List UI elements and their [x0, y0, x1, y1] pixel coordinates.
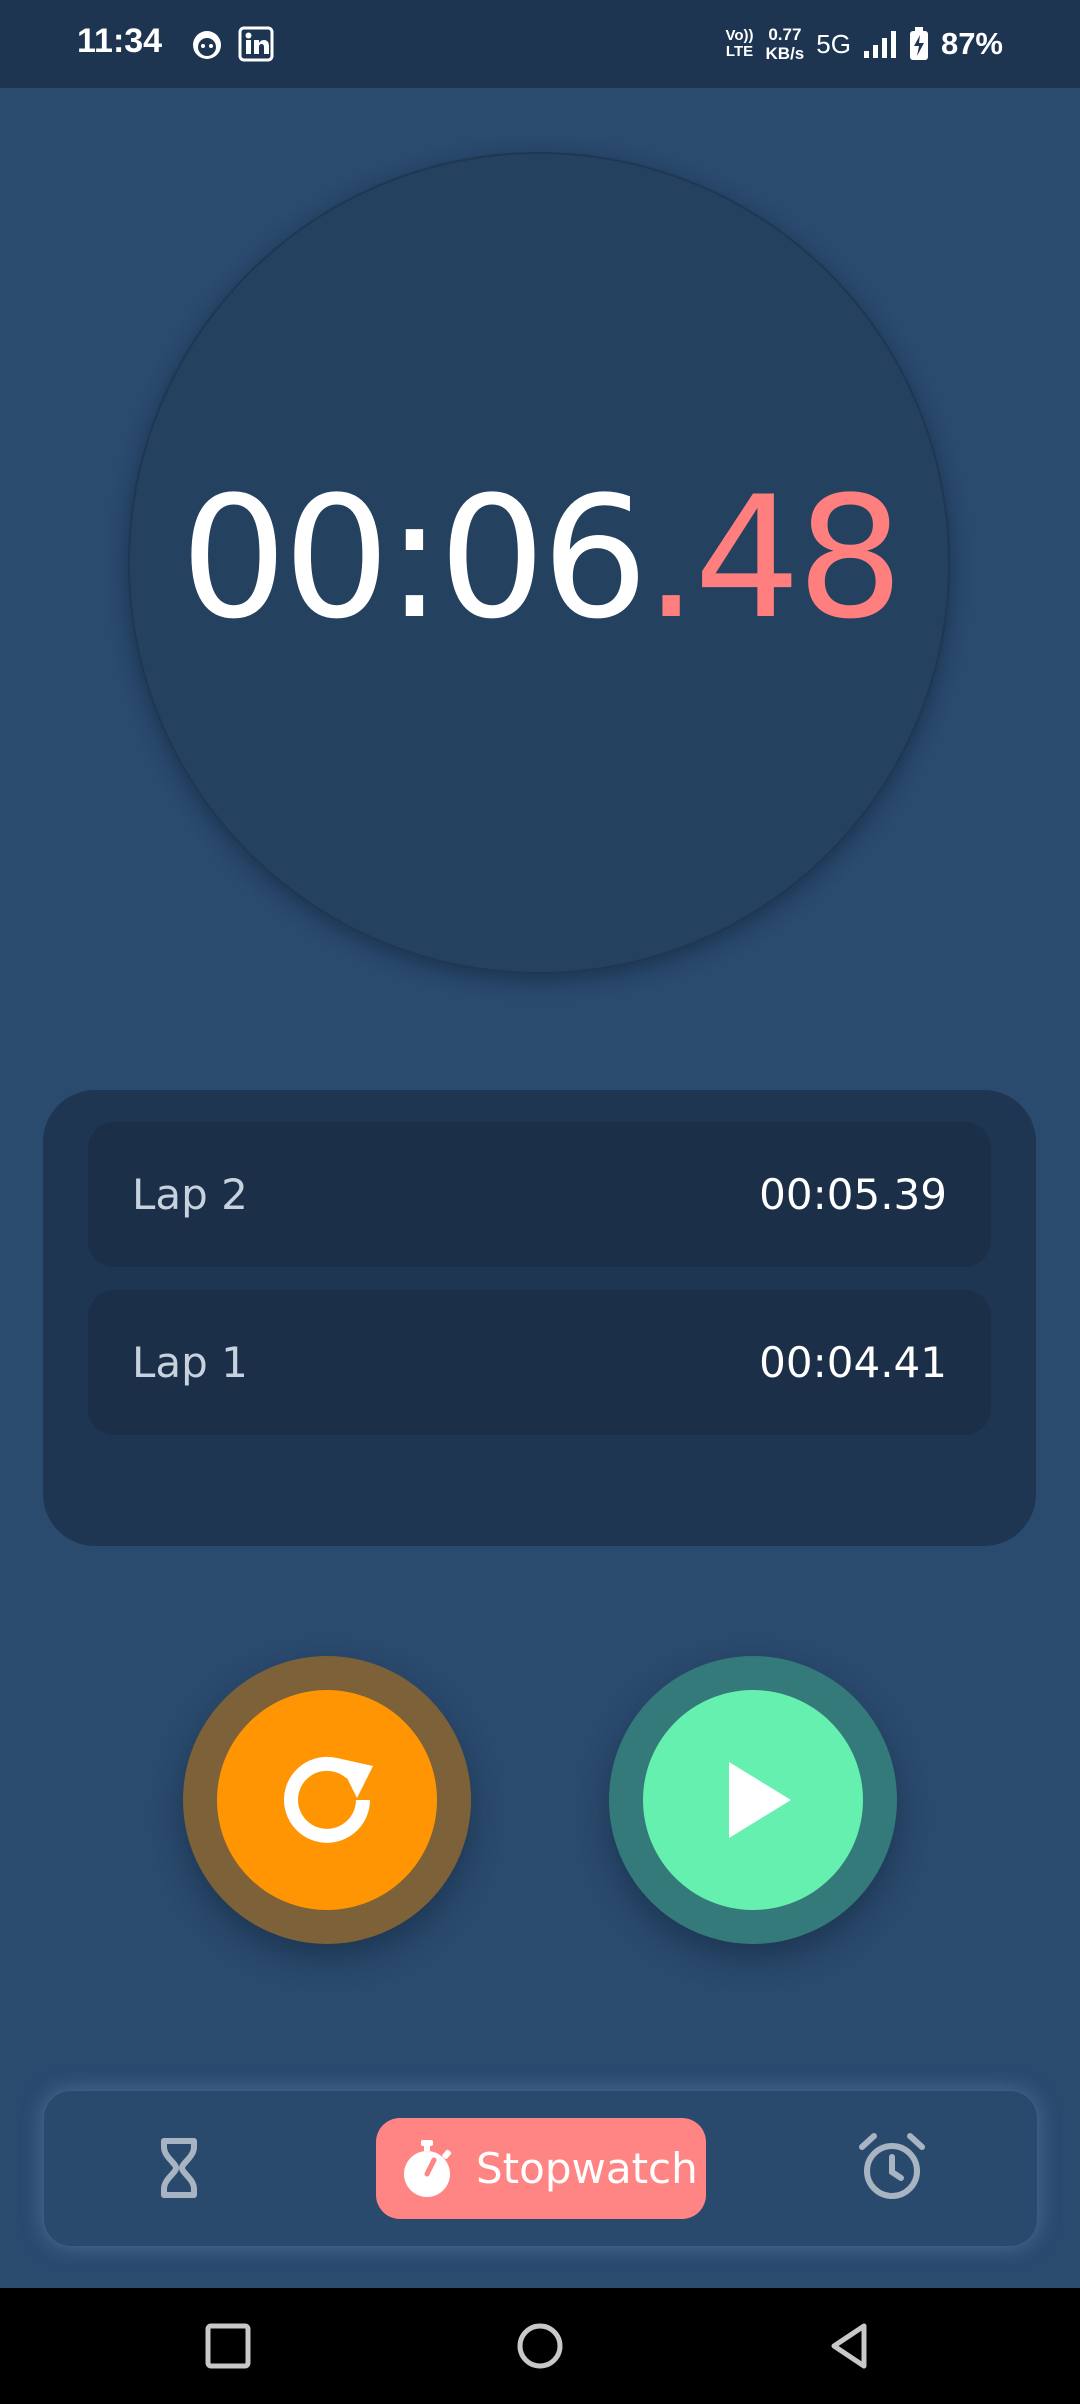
system-navigation-bar — [0, 2288, 1080, 2404]
lap-label: Lap 1 — [132, 1338, 248, 1387]
elapsed-time-fraction: .48 — [644, 460, 903, 656]
lap-time: 00:05.39 — [759, 1170, 947, 1219]
battery-percentage: 87% — [940, 26, 1003, 61]
reset-button[interactable] — [217, 1690, 437, 1910]
net-speed-value: 0.77 — [768, 25, 802, 44]
stopwatch-display: 00:06.48 — [0, 468, 1080, 648]
battery-charging-icon — [909, 27, 928, 60]
volte-indicator: Vo)) LTE — [725, 28, 753, 60]
laps-list[interactable]: Lap 2 00:05.39 Lap 1 00:04.41 — [43, 1090, 1036, 1546]
reset-button-ring — [183, 1656, 471, 1944]
back-icon[interactable] — [822, 2318, 878, 2374]
status-time: 11:34 — [77, 22, 163, 60]
lap-row: Lap 1 00:04.41 — [88, 1290, 991, 1435]
network-speed: 0.77 KB/s — [766, 25, 805, 63]
hourglass-icon[interactable] — [144, 2133, 214, 2203]
status-bar: 11:34 Vo)) LTE 0.77 KB/s 5G 87% — [0, 0, 1080, 88]
reset-icon — [284, 1756, 373, 1843]
recent-apps-icon[interactable] — [200, 2318, 256, 2374]
lap-row: Lap 2 00:05.39 — [88, 1122, 991, 1267]
volte-top: Vo)) — [725, 27, 754, 44]
elapsed-time-main: 00:06 — [180, 460, 648, 656]
nav-item-label: Stopwatch — [476, 2144, 698, 2193]
play-icon — [729, 1762, 791, 1838]
network-type: 5G — [816, 28, 851, 59]
play-button[interactable] — [643, 1690, 863, 1910]
stopwatch-icon — [404, 2139, 452, 2197]
home-icon[interactable] — [512, 2318, 568, 2374]
status-indicators: Vo)) LTE 0.77 KB/s 5G 87% — [725, 20, 1003, 68]
signal-icon — [863, 31, 896, 58]
bottom-navigation: Stopwatch — [43, 2090, 1038, 2247]
linkedin-icon — [238, 26, 274, 62]
app-face-icon — [193, 31, 221, 59]
volte-bottom: LTE — [725, 43, 754, 60]
nav-item-stopwatch[interactable]: Stopwatch — [376, 2118, 706, 2219]
lap-time: 00:04.41 — [759, 1338, 947, 1387]
net-speed-unit: KB/s — [765, 44, 805, 63]
alarm-clock-icon[interactable] — [854, 2129, 930, 2205]
lap-label: Lap 2 — [132, 1170, 248, 1219]
play-button-ring — [609, 1656, 897, 1944]
